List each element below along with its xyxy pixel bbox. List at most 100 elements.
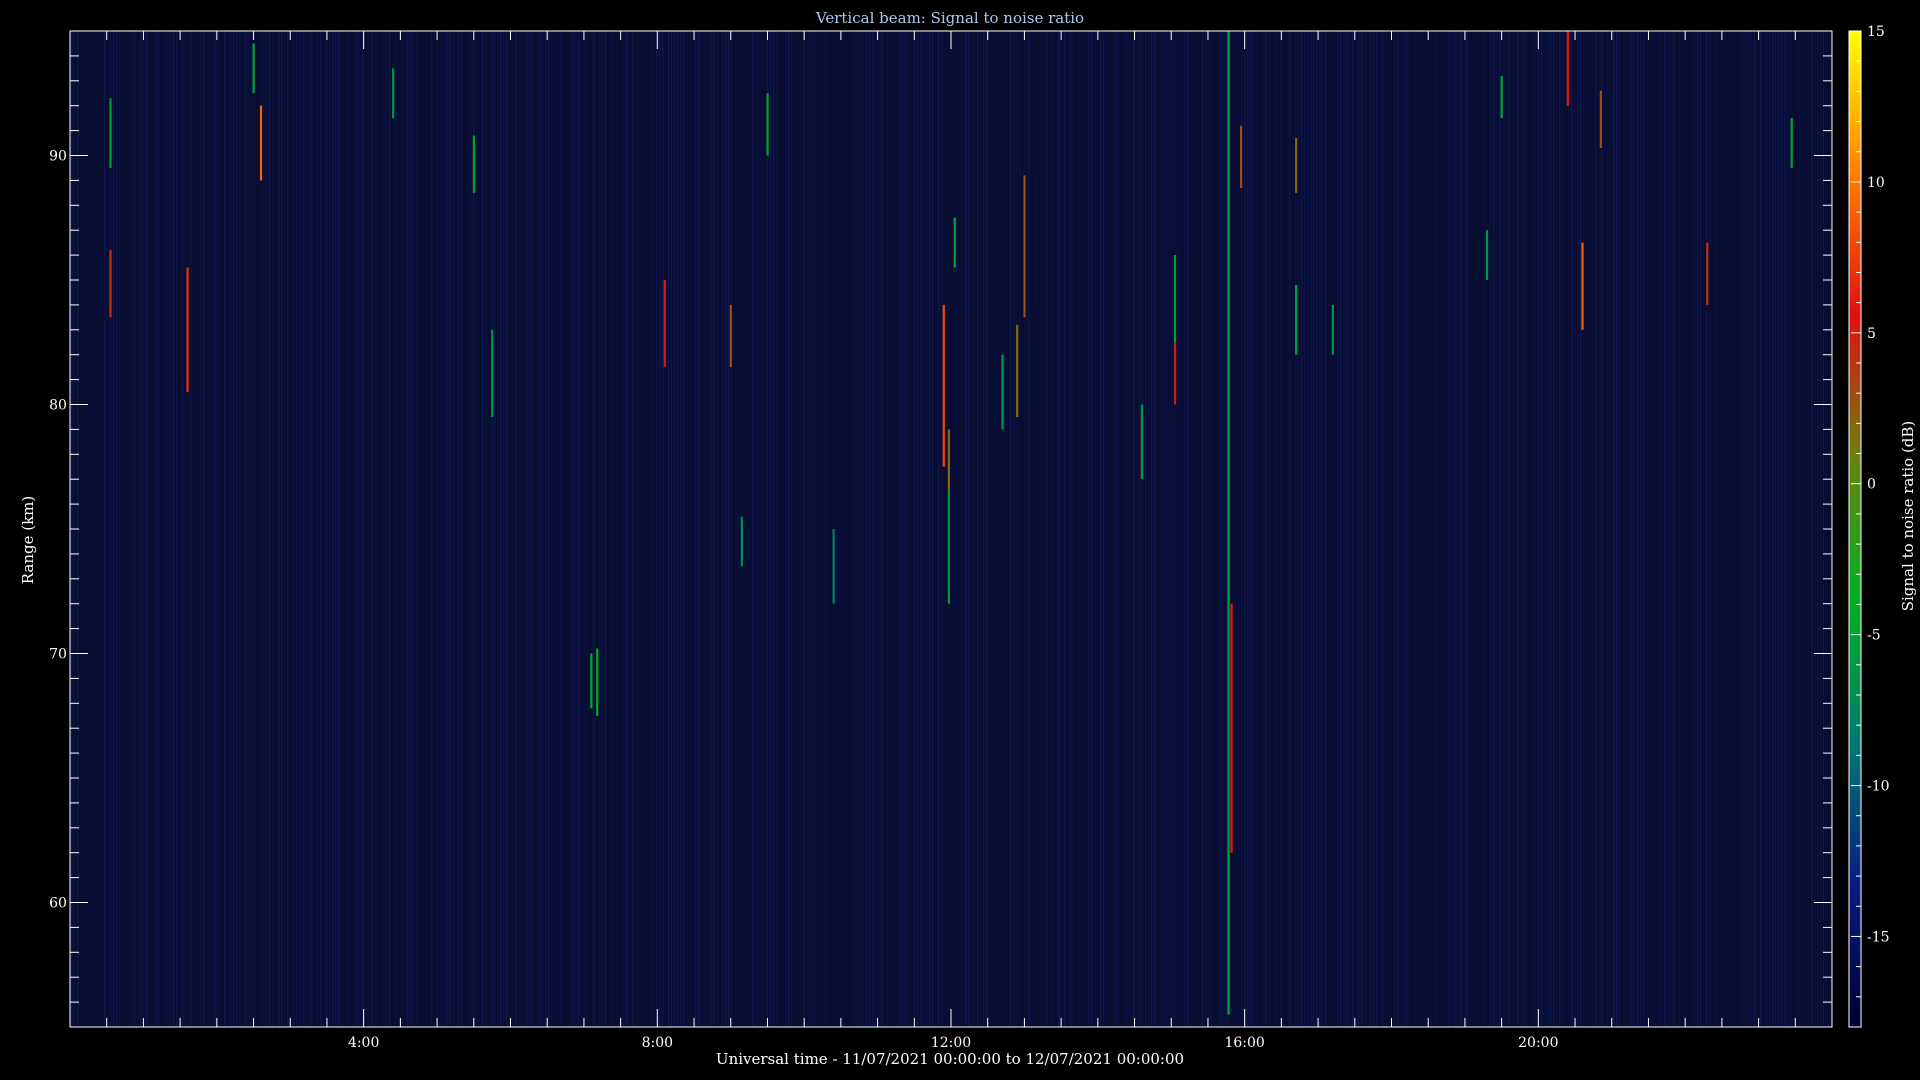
noise-streak: [488, 31, 490, 1027]
noise-streak: [899, 31, 901, 1027]
noise-streak: [236, 31, 238, 1027]
noise-streak: [1331, 31, 1333, 1027]
noise-streak: [98, 31, 100, 1027]
noise-streak: [1277, 31, 1279, 1027]
noise-streak: [215, 31, 217, 1027]
noise-streak: [308, 31, 310, 1027]
x-tick-label: 8:00: [642, 1035, 673, 1051]
noise-streak: [128, 31, 130, 1027]
echo-streak: [1140, 404, 1144, 480]
noise-streak: [1424, 31, 1426, 1027]
noise-streak: [1370, 31, 1372, 1027]
noise-streak: [1682, 31, 1684, 1027]
noise-streak: [728, 31, 730, 1027]
noise-streak: [1040, 31, 1042, 1027]
noise-streak: [290, 31, 292, 1027]
noise-streak: [152, 31, 154, 1027]
noise-streak: [710, 31, 712, 1027]
noise-streak: [410, 31, 412, 1027]
noise-streak: [1124, 31, 1126, 1027]
noise-streak: [737, 31, 739, 1027]
noise-streak: [383, 31, 385, 1027]
noise-streak: [788, 31, 790, 1027]
noise-streak: [428, 31, 430, 1027]
noise-streak: [1118, 31, 1120, 1027]
noise-streak: [785, 31, 787, 1027]
noise-streak: [1148, 31, 1150, 1027]
echo-streak: [953, 217, 956, 268]
noise-streak: [932, 31, 934, 1027]
noise-streak: [1391, 31, 1393, 1027]
noise-streak: [1283, 31, 1285, 1027]
noise-streak: [1139, 31, 1141, 1027]
noise-streak: [1676, 31, 1678, 1027]
noise-streak: [1652, 31, 1654, 1027]
noise-streak: [1205, 31, 1207, 1027]
noise-streak: [500, 31, 502, 1027]
noise-streak: [80, 31, 82, 1027]
noise-streak: [1268, 31, 1270, 1027]
noise-streak: [1445, 31, 1447, 1027]
noise-streak: [1604, 31, 1606, 1027]
noise-streak: [245, 31, 247, 1027]
noise-streak: [1592, 31, 1594, 1027]
noise-streak: [1004, 31, 1006, 1027]
noise-streak: [866, 31, 868, 1027]
noise-streak: [512, 31, 514, 1027]
noise-streak: [863, 31, 865, 1027]
noise-streak: [545, 31, 547, 1027]
noise-streak: [281, 31, 283, 1027]
noise-streak: [1202, 31, 1204, 1027]
noise-streak: [1820, 31, 1822, 1027]
noise-streak: [839, 31, 841, 1027]
noise-streak: [1700, 31, 1702, 1027]
noise-streak: [1106, 31, 1108, 1027]
noise-streak: [623, 31, 625, 1027]
noise-streak: [1052, 31, 1054, 1027]
noise-streak: [1679, 31, 1681, 1027]
noise-streak: [1214, 31, 1216, 1027]
echo-streak: [392, 68, 395, 119]
echo-streak: [590, 653, 593, 709]
noise-streak: [1001, 31, 1003, 1027]
noise-streak: [227, 31, 229, 1027]
noise-streak: [1610, 31, 1612, 1027]
noise-streak: [398, 31, 400, 1027]
noise-streak: [197, 31, 199, 1027]
echo-streak: [766, 93, 769, 156]
noise-streak: [836, 31, 838, 1027]
noise-streak: [509, 31, 511, 1027]
noise-streak: [950, 31, 952, 1027]
noise-streak: [1619, 31, 1621, 1027]
noise-streak: [1208, 31, 1210, 1027]
echo-streak: [472, 135, 475, 193]
noise-streak: [1184, 31, 1186, 1027]
colorbar-gradient: [1849, 31, 1861, 1027]
noise-streak: [734, 31, 736, 1027]
noise-streak: [650, 31, 652, 1027]
noise-streak: [485, 31, 487, 1027]
noise-streak: [1589, 31, 1591, 1027]
noise-streak: [809, 31, 811, 1027]
echo-streak: [186, 267, 189, 393]
noise-streak: [962, 31, 964, 1027]
noise-streak: [1463, 31, 1465, 1027]
noise-streak: [1046, 31, 1048, 1027]
noise-streak: [1217, 31, 1219, 1027]
noise-streak: [1613, 31, 1615, 1027]
noise-streak: [749, 31, 751, 1027]
noise-streak: [812, 31, 814, 1027]
echo-streak: [1500, 75, 1503, 119]
noise-streak: [1163, 31, 1165, 1027]
noise-streak: [1211, 31, 1213, 1027]
noise-streak: [1538, 31, 1540, 1027]
noise-streak: [1574, 31, 1576, 1027]
y-tick-label: 80: [49, 398, 67, 414]
noise-streak: [1547, 31, 1549, 1027]
noise-streak: [1076, 31, 1078, 1027]
noise-streak: [443, 31, 445, 1027]
noise-streak: [1667, 31, 1669, 1027]
noise-streak: [968, 31, 970, 1027]
noise-streak: [677, 31, 679, 1027]
noise-streak: [1799, 31, 1801, 1027]
